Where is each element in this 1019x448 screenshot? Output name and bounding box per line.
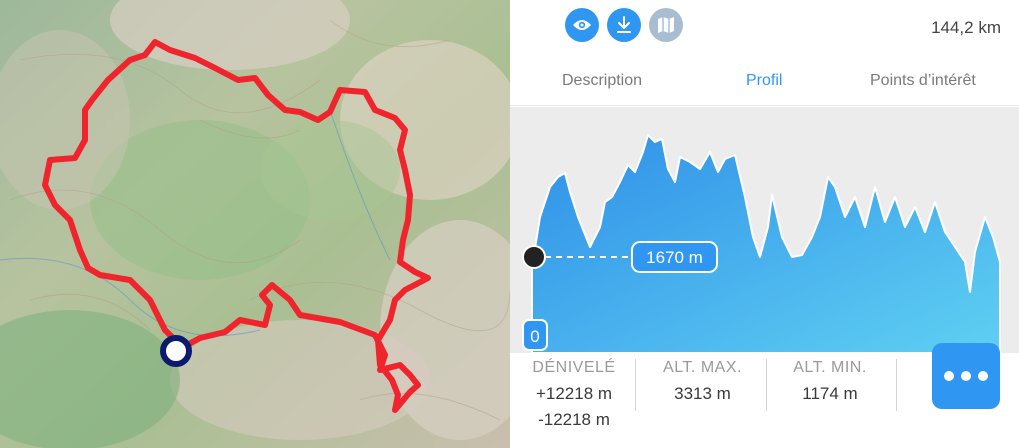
start-marker[interactable] (160, 335, 192, 367)
stat-alt-max-label: ALT. MAX. (663, 359, 742, 376)
stat-alt-min: ALT. MIN. 1174 m (774, 359, 886, 404)
stat-elevation: DÉNIVELÉ +12218 m -12218 m (528, 359, 620, 430)
download-icon[interactable] (607, 8, 641, 42)
stat-divider (635, 359, 636, 411)
more-dot-icon (961, 371, 971, 381)
route-detail-panel: 144,2 km Description Profil Points d’int… (510, 0, 1019, 448)
stat-elevation-label: DÉNIVELÉ (532, 359, 616, 376)
tab-points-of-interest[interactable]: Points d’intérêt (870, 72, 976, 90)
tab-description[interactable]: Description (562, 72, 642, 90)
stat-elevation-loss: -12218 m (538, 410, 610, 429)
map-icon[interactable] (649, 8, 683, 42)
more-options-button[interactable] (932, 343, 1000, 409)
more-dot-icon (944, 371, 954, 381)
stat-alt-max: ALT. MAX. 3313 m (645, 359, 760, 404)
topographic-map[interactable] (0, 0, 510, 448)
axis-min-label: 0 (530, 327, 539, 346)
stat-alt-min-value: 1174 m (802, 384, 858, 403)
altitude-marker-label: 1670 m (646, 248, 703, 267)
altitude-marker-dot[interactable] (522, 245, 546, 269)
tab-bar: Description Profil Points d’intérêt (510, 56, 1019, 106)
toolbar: 144,2 km (510, 0, 1019, 56)
stat-divider (766, 359, 767, 411)
elevation-profile-chart[interactable]: 1670 m 0 (510, 107, 1019, 353)
stat-alt-min-label: ALT. MIN. (793, 359, 867, 376)
eye-icon[interactable] (565, 8, 599, 42)
more-dot-icon (978, 371, 988, 381)
elevation-profile-area (531, 134, 1001, 353)
stat-divider (896, 359, 897, 411)
stat-elevation-gain: +12218 m (535, 384, 613, 403)
route-distance: 144,2 km (931, 18, 1001, 37)
map-canvas[interactable] (0, 0, 510, 448)
stat-alt-max-value: 3313 m (674, 384, 731, 403)
tab-profil[interactable]: Profil (746, 72, 782, 90)
